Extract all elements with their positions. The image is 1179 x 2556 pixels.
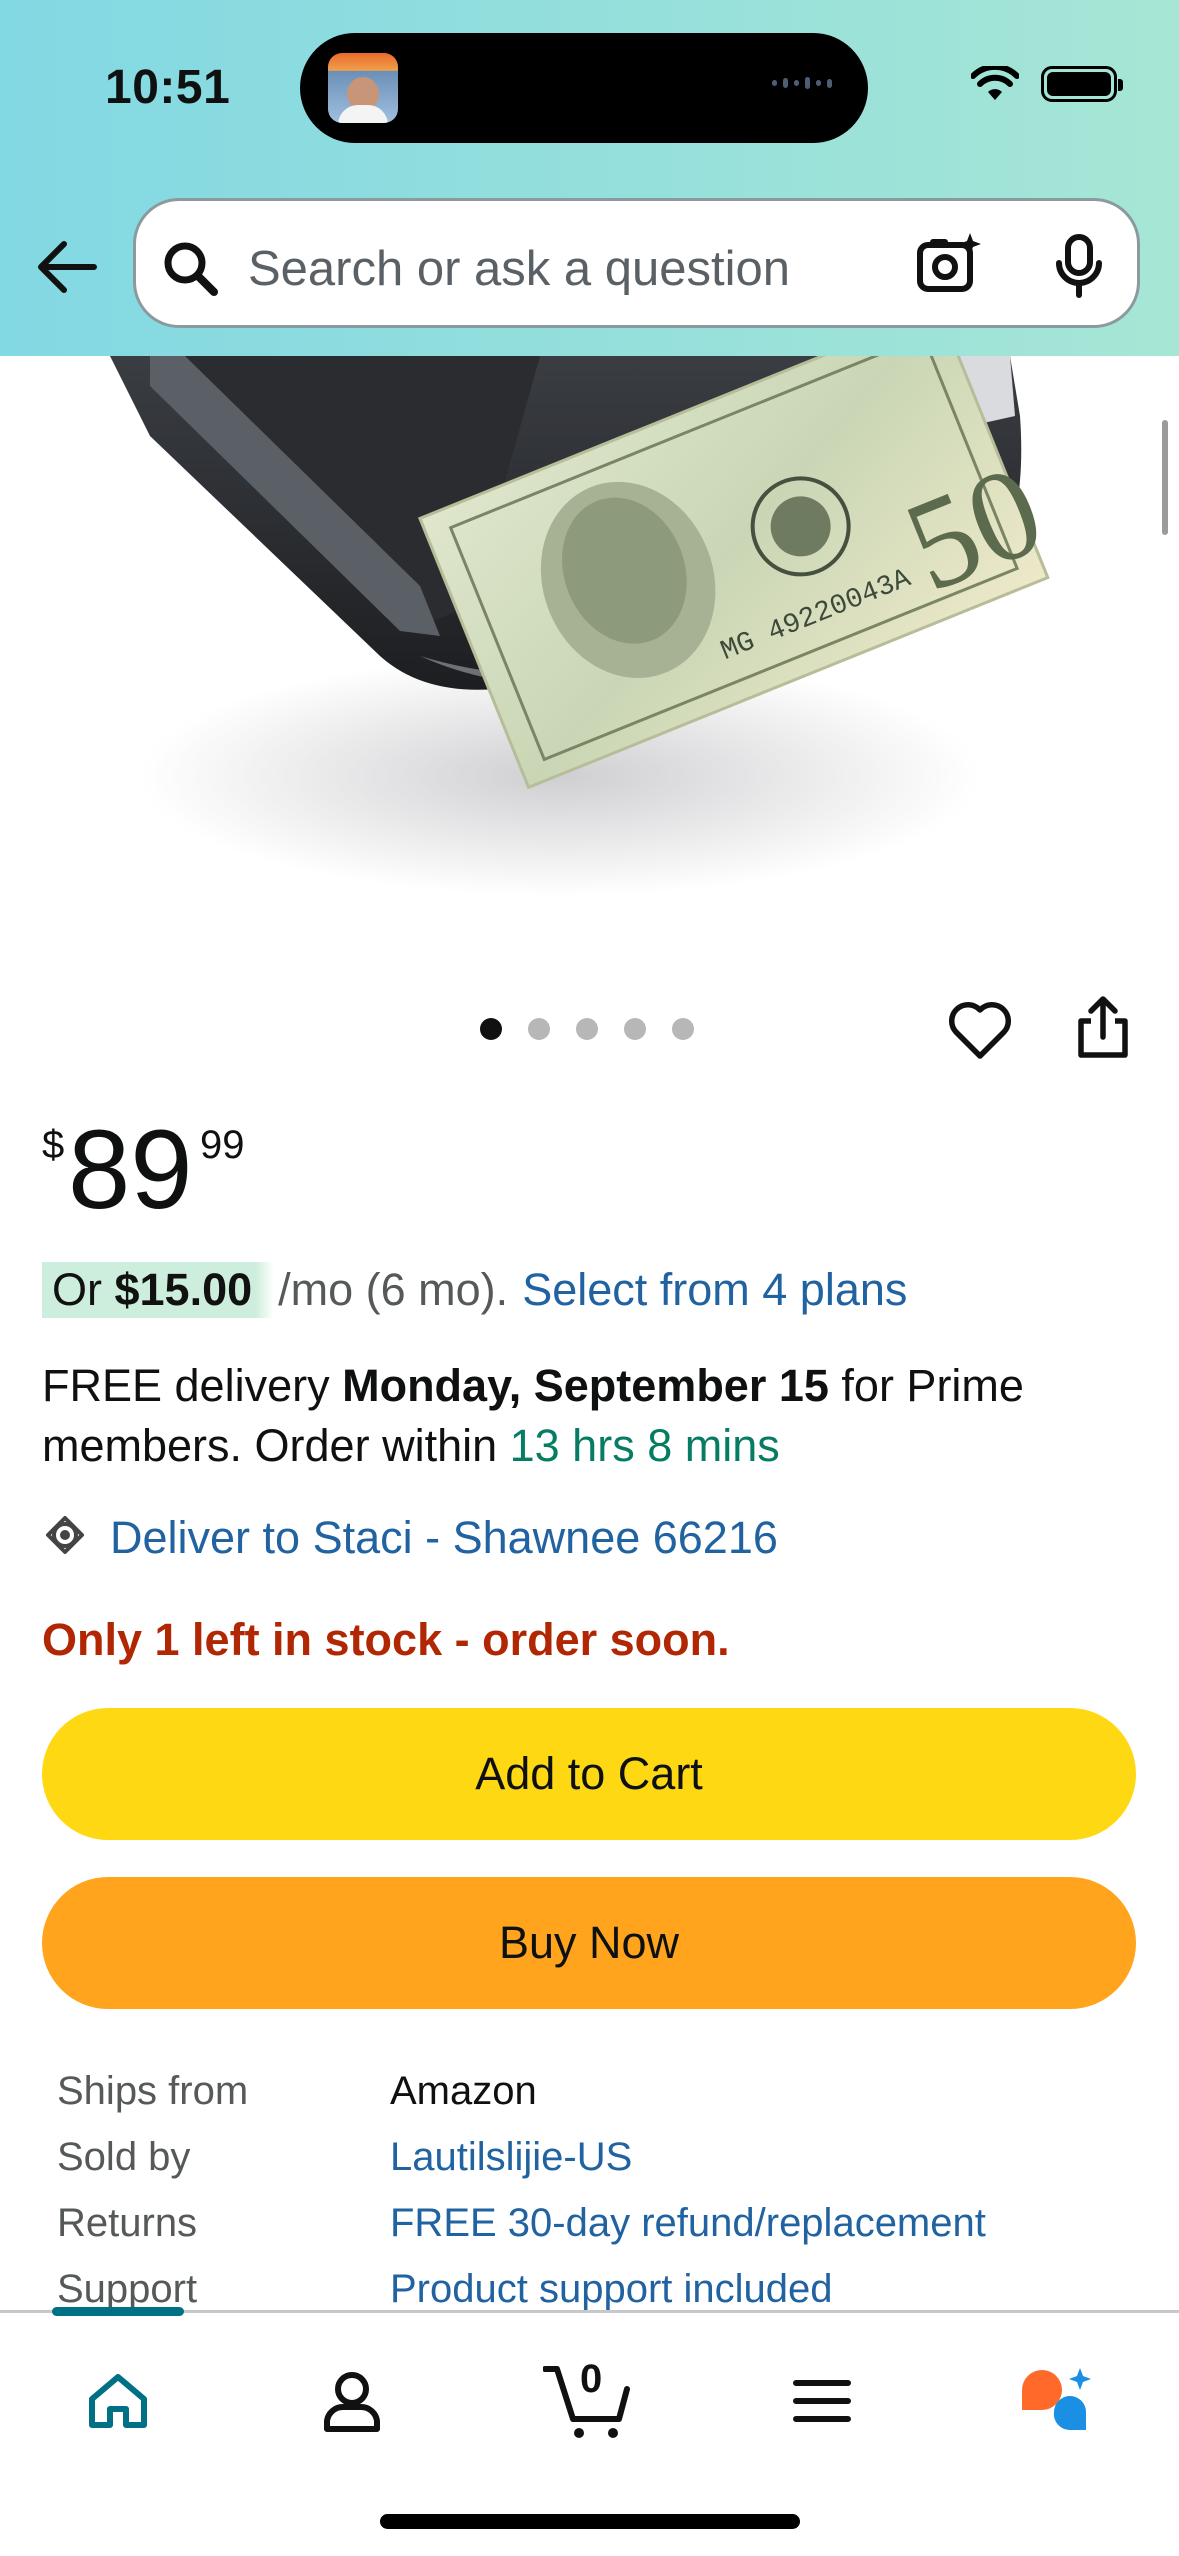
header: 10:51 Search or ask a question (0, 0, 1179, 356)
monthly-terms: /mo (6 mo). (278, 1264, 509, 1315)
carousel-dot[interactable] (528, 1018, 550, 1040)
product-image[interactable]: 50 MG 49220043A (0, 356, 1179, 901)
battery-icon (1041, 66, 1123, 102)
back-arrow-icon[interactable] (36, 238, 98, 296)
home-icon (89, 2374, 147, 2428)
detail-row: Returns FREE 30-day refund/replacement (57, 2200, 986, 2246)
dynamic-island[interactable] (300, 33, 868, 143)
nav-account[interactable] (304, 2353, 400, 2449)
home-indicator[interactable] (380, 2514, 800, 2529)
status-icons (971, 66, 1123, 102)
carousel-dot[interactable] (672, 1018, 694, 1040)
deliver-to-link[interactable]: Deliver to Staci - Shawnee 66216 (42, 1512, 778, 1564)
search-input[interactable]: Search or ask a question (133, 198, 1140, 328)
wifi-icon (971, 66, 1019, 100)
search-placeholder: Search or ask a question (248, 242, 791, 296)
stock-warning: Only 1 left in stock - order soon. (42, 1614, 730, 1665)
carousel-dot[interactable] (624, 1018, 646, 1040)
active-tab-indicator (52, 2307, 184, 2316)
monthly-amount-pill: Or $15.00 (42, 1262, 275, 1318)
heart-icon[interactable] (946, 998, 1014, 1062)
returns-link[interactable]: FREE 30-day refund/replacement (390, 2201, 986, 2246)
order-countdown: 13 hrs 8 mins (509, 1420, 780, 1471)
carousel-dot[interactable] (480, 1018, 502, 1040)
cart-count: 0 (580, 2357, 603, 2401)
buy-now-button[interactable]: Buy Now (42, 1877, 1136, 2009)
add-to-cart-button[interactable]: Add to Cart (42, 1708, 1136, 1840)
carousel-dot[interactable] (576, 1018, 598, 1040)
menu-icon (793, 2380, 851, 2422)
rufus-icon (1022, 2368, 1091, 2431)
microphone-icon[interactable] (1051, 233, 1107, 299)
location-pin-icon (46, 1516, 84, 1554)
nav-home[interactable] (70, 2353, 166, 2449)
deliver-to-text: Deliver to Staci - Shawnee 66216 (110, 1512, 778, 1563)
nav-menu[interactable] (774, 2353, 870, 2449)
audio-wave-icon (772, 77, 832, 89)
status-time: 10:51 (105, 61, 231, 114)
currency-counter-illustration: 50 MG 49220043A (110, 356, 1061, 896)
live-activity-thumbnail (328, 53, 398, 123)
price-fraction: 99 (200, 1123, 245, 1167)
select-plans-link[interactable]: Select from 4 plans (522, 1264, 907, 1316)
monthly-payment: Or $15.00 /mo (6 mo). Select from 4 plan… (42, 1262, 907, 1318)
delivery-info: FREE delivery Monday, September 15 for P… (42, 1360, 1024, 1471)
support-link[interactable]: Product support included (390, 2267, 833, 2312)
detail-row: Ships from Amazon (57, 2068, 537, 2113)
nav-cart[interactable]: 0 (540, 2353, 636, 2449)
search-icon (164, 242, 218, 296)
account-icon (324, 2372, 380, 2432)
delivery-date: Monday, September 15 (342, 1360, 829, 1411)
seller-details: Ships from Amazon Sold by Lautilslijie-U… (57, 2058, 986, 2322)
detail-row: Sold by Lautilslijie-US (57, 2134, 633, 2180)
seller-link[interactable]: Lautilslijie-US (390, 2135, 632, 2180)
nav-rufus[interactable] (1010, 2353, 1106, 2449)
share-icon[interactable] (1073, 995, 1133, 1061)
price-currency: $ (42, 1123, 65, 1167)
camera-lens-icon[interactable] (914, 229, 984, 299)
price-whole: 89 (68, 1107, 193, 1232)
scroll-indicator (1162, 420, 1168, 535)
image-carousel-dots[interactable] (480, 1018, 694, 1040)
